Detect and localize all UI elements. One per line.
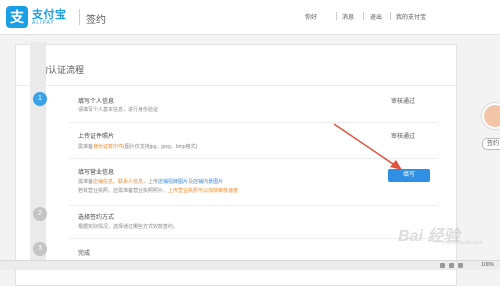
zoom-level[interactable]: 100% <box>481 262 494 268</box>
store-contact-info-text: 店铺信息、联系人信息 <box>93 179 144 185</box>
step-2-content: 选择签约方式 根据实际情况，选择通过哪些方式收款签约。 <box>60 205 438 235</box>
baidu-watermark: Bai 经验 jingyan.baidu.com <box>380 220 500 250</box>
business-info-desc-1: 需准备店铺信息、联系人信息，上传店铺招牌图片及店铺内景图片 <box>78 178 223 185</box>
license-upload-desc: 需准备身份证复印件(图片仅支持jpg、jpeg、bmp格式) <box>78 143 197 150</box>
biz-desc-prefix: 需准备 <box>78 179 94 185</box>
messages-link[interactable]: 消息 <box>342 12 354 21</box>
pointer-arrow-icon <box>333 123 402 170</box>
nav-separator <box>336 12 337 20</box>
nav-separator <box>363 12 364 20</box>
biz-desc2-prefix: 若有营业执照，还需准备营业执照照片。 <box>78 188 169 194</box>
license-desc-prefix: 需准备 <box>78 144 94 150</box>
brand-name-en: ALIPAY <box>32 20 55 26</box>
step-3-marker: 3 <box>33 242 47 256</box>
license-speedup-text: 上传营业执照可以加快审核速度 <box>168 188 239 194</box>
service-avatar[interactable] <box>482 103 500 129</box>
watermark-url: jingyan.baidu.com <box>442 240 483 246</box>
alipay-logo-icon[interactable]: 支 <box>6 6 28 28</box>
store-sign-photo-link[interactable]: 店铺招牌图片 <box>158 179 188 185</box>
personal-info-status: 审核通过 <box>390 99 415 105</box>
signing-method-title: 选择签约方式 <box>78 215 115 221</box>
license-upload-title: 上传证件照片 <box>78 134 115 140</box>
side-sign-button[interactable]: 签约 <box>482 138 500 150</box>
logout-link[interactable]: 退出 <box>370 12 382 21</box>
store-interior-photo-link[interactable]: 店铺内景图片 <box>193 179 223 185</box>
business-info-desc-2: 若有营业执照，还需准备营业执照照片。上传营业执照可以加快审核速度 <box>78 187 238 194</box>
status-icon[interactable] <box>449 263 454 268</box>
my-alipay-link[interactable]: 我的支付宝 <box>396 12 426 21</box>
status-icon[interactable] <box>458 263 463 268</box>
steps-track <box>30 42 46 262</box>
section-title: 签约 <box>86 15 106 26</box>
greeting-text: 你好 <box>305 15 318 21</box>
personal-info-title: 填写个人信息 <box>78 99 115 105</box>
license-desc-suffix: (图片仅支持jpg、jpeg、bmp格式) <box>123 144 198 150</box>
top-header: 支 支付宝 ALIPAY 签约 你好 消息 退出 我的支付宝 <box>0 0 500 35</box>
status-icon[interactable] <box>440 263 445 268</box>
biz-desc-mid: ，上传 <box>143 179 159 185</box>
nav-separator <box>390 12 391 20</box>
step-1-marker: 1 <box>33 92 47 106</box>
complete-title: 完成 <box>78 251 91 257</box>
row-divider <box>68 205 438 206</box>
business-info-title: 填写营业信息 <box>78 170 115 176</box>
step-2-marker: 2 <box>33 207 47 221</box>
step-3-content: 完成 <box>60 238 438 260</box>
id-copy-link[interactable]: 身份证复印件 <box>93 144 123 150</box>
personal-info-desc: 请填写个人基本信息，进行身份验证 <box>78 107 159 113</box>
header-divider <box>79 9 80 25</box>
signing-method-desc: 根据实际情况，选择通过哪些方式收款签约。 <box>78 224 179 230</box>
